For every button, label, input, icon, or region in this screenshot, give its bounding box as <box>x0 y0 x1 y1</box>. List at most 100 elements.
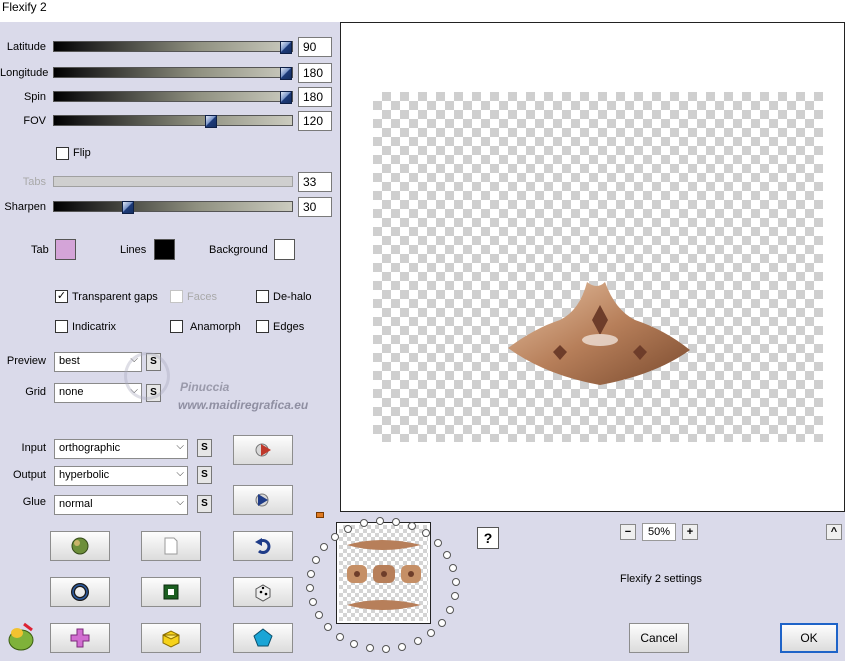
sharpen-slider[interactable] <box>53 201 293 214</box>
ring-button[interactable] <box>50 577 110 607</box>
fov-slider[interactable] <box>53 115 293 128</box>
longitude-slider-thumb[interactable] <box>280 67 292 80</box>
pentagon-button[interactable] <box>233 623 293 653</box>
transparent-gaps-label: Transparent gaps <box>72 291 158 303</box>
navigator-dial-dot[interactable] <box>331 533 339 541</box>
spin-slider-thumb[interactable] <box>280 91 292 104</box>
navigator-dial-dot[interactable] <box>376 517 384 525</box>
navigator-dial-dot[interactable] <box>452 578 460 586</box>
square-frame-icon <box>163 584 179 600</box>
cross-button[interactable] <box>50 623 110 653</box>
output-select[interactable]: hyperbolic ⌵ <box>54 466 188 486</box>
cube-button[interactable] <box>141 623 201 653</box>
undo-icon <box>255 538 271 554</box>
lines-color-label: Lines <box>120 244 147 256</box>
navigator-dial-dot[interactable] <box>312 556 320 564</box>
zoom-in-button[interactable]: + <box>682 524 698 540</box>
tab-color-swatch[interactable] <box>55 239 76 260</box>
longitude-label: Longitude <box>0 67 49 79</box>
glue-select-value: normal <box>59 498 93 510</box>
navigator-dial-dot[interactable] <box>336 633 344 641</box>
input-select-value: orthographic <box>59 442 121 454</box>
navigator-dial-dot[interactable] <box>315 611 323 619</box>
navigator-dial-dot[interactable] <box>408 522 416 530</box>
globe-button[interactable] <box>50 531 110 561</box>
spin-slider[interactable] <box>53 91 293 104</box>
input-select[interactable]: orthographic ⌵ <box>54 439 188 459</box>
navigator-dial-dot[interactable] <box>449 564 457 572</box>
chevron-down-icon: ⌵ <box>176 497 184 508</box>
navigator-thumbnail[interactable] <box>336 522 431 624</box>
help-button[interactable]: ? <box>477 527 499 549</box>
indicatrix-checkbox[interactable] <box>55 320 68 333</box>
collapse-button[interactable]: ^ <box>826 524 842 540</box>
window-title: Flexify 2 <box>2 0 47 14</box>
navigator-dial-dot[interactable] <box>398 643 406 651</box>
undo-button[interactable] <box>233 531 293 561</box>
sharpen-label: Sharpen <box>4 201 46 213</box>
transparent-gaps-checkbox[interactable]: ✓ <box>55 290 68 303</box>
navigator-dial-dot[interactable] <box>309 598 317 606</box>
navigator-dial-dot[interactable] <box>320 543 328 551</box>
edges-checkbox[interactable] <box>256 320 269 333</box>
tabs-label: Tabs <box>22 176 46 188</box>
latitude-slider-thumb[interactable] <box>280 41 292 54</box>
navigator-dial-dot[interactable] <box>306 584 314 592</box>
animate-forward-button[interactable] <box>233 435 293 465</box>
spin-value-field[interactable]: 180 <box>298 87 332 107</box>
flip-checkbox[interactable] <box>56 147 69 160</box>
navigator-dial-dot[interactable] <box>360 519 368 527</box>
zoom-out-button[interactable]: − <box>620 524 636 540</box>
input-s-button[interactable]: S <box>197 439 212 457</box>
new-page-button[interactable] <box>141 531 201 561</box>
navigator-dial-dot[interactable] <box>443 551 451 559</box>
random-button[interactable] <box>233 577 293 607</box>
navigator-dial-dot[interactable] <box>422 529 430 537</box>
latitude-slider[interactable] <box>53 41 293 54</box>
glue-s-button[interactable]: S <box>197 495 212 513</box>
navigator-dial-dot[interactable] <box>392 518 400 526</box>
navigator-dial-dot[interactable] <box>427 629 435 637</box>
tabs-slider[interactable] <box>53 176 293 187</box>
navigator-dial-dot[interactable] <box>434 539 442 547</box>
title-bar: Flexify 2 <box>0 0 845 22</box>
chevron-down-icon: ⌵ <box>176 441 184 452</box>
plugin-logo-icon <box>6 620 36 652</box>
navigator-dial-dot[interactable] <box>414 637 422 645</box>
latitude-value-field[interactable]: 90 <box>298 37 332 57</box>
background-color-swatch[interactable] <box>274 239 295 260</box>
navigator-dial-dot[interactable] <box>446 606 454 614</box>
preview-label: Preview <box>6 355 46 367</box>
play-red-icon <box>255 443 271 457</box>
anamorph-checkbox[interactable] <box>170 320 183 333</box>
de-halo-checkbox[interactable] <box>256 290 269 303</box>
frame-button[interactable] <box>141 577 201 607</box>
output-s-button[interactable]: S <box>197 466 212 484</box>
navigator-dial-dot[interactable] <box>350 640 358 648</box>
sharpen-slider-thumb[interactable] <box>122 201 134 214</box>
longitude-value-field[interactable]: 180 <box>298 63 332 83</box>
glue-select[interactable]: normal ⌵ <box>54 495 188 515</box>
sharpen-value-field[interactable]: 30 <box>298 197 332 217</box>
navigator-dial-dot[interactable] <box>324 623 332 631</box>
ok-button[interactable]: OK <box>780 623 838 653</box>
navigator-dial-dot[interactable] <box>366 644 374 652</box>
navigator-dial-dot[interactable] <box>451 592 459 600</box>
fov-value-field[interactable]: 120 <box>298 111 332 131</box>
lines-color-swatch[interactable] <box>154 239 175 260</box>
cancel-button[interactable]: Cancel <box>629 623 689 653</box>
navigator-dial-dot[interactable] <box>344 525 352 533</box>
flip-label: Flip <box>73 147 91 159</box>
navigator-dial-dot[interactable] <box>307 570 315 578</box>
longitude-slider[interactable] <box>53 67 293 80</box>
navigator-dial-dot[interactable] <box>438 619 446 627</box>
watermark-logo <box>124 352 170 400</box>
fov-slider-thumb[interactable] <box>205 115 217 128</box>
animate-back-button[interactable] <box>233 485 293 515</box>
tabs-value-field[interactable]: 33 <box>298 172 332 192</box>
preview-image <box>508 282 690 385</box>
page-icon <box>164 537 178 555</box>
globe-icon <box>71 537 89 555</box>
faces-checkbox[interactable] <box>170 290 183 303</box>
navigator-dial-dot[interactable] <box>382 645 390 653</box>
